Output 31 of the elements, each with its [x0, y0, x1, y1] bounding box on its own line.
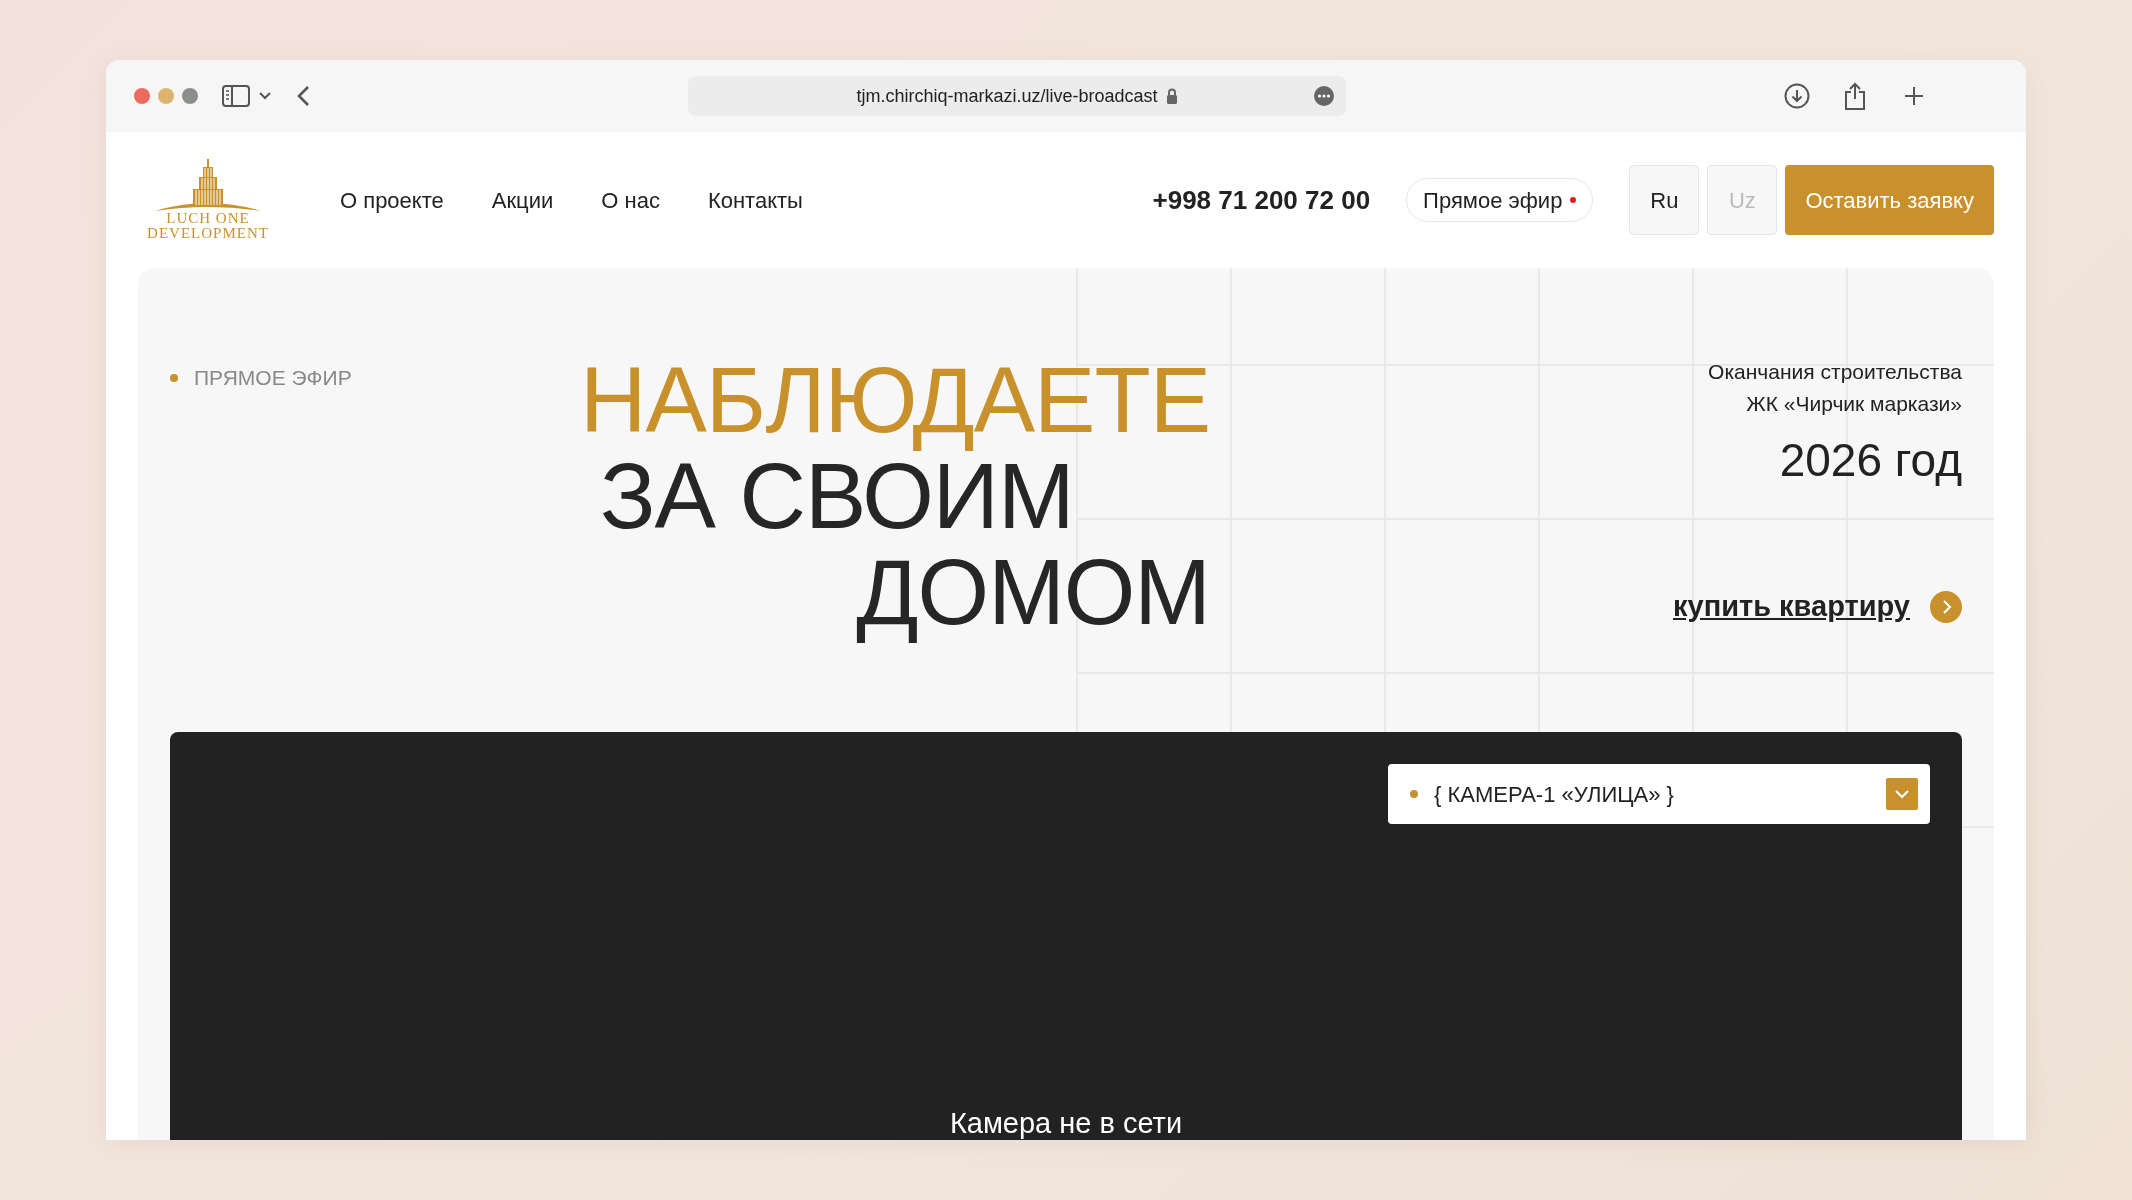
back-icon[interactable]: [296, 85, 310, 107]
new-tab-icon[interactable]: [1904, 86, 1924, 106]
language-button[interactable]: Ru: [1629, 165, 1700, 235]
completion-label: ЖК «Чирчик маркази»: [1746, 391, 1962, 417]
completion-year: 2026 год: [1779, 433, 1962, 488]
sidebar-icon[interactable]: [222, 85, 250, 107]
buy-apartment-link[interactable]: купить квартиру: [1673, 585, 1910, 629]
address-bar[interactable]: tjm.chirchiq-markazi.uz/live-broadcast: [688, 76, 1346, 116]
logo-text: LUCH ONE: [166, 211, 250, 226]
download-icon[interactable]: [1784, 83, 1810, 109]
bullet-icon: [1410, 790, 1418, 798]
live-broadcast-button[interactable]: Прямое эфир: [1406, 178, 1594, 222]
nav-link[interactable]: Контакты: [707, 183, 803, 217]
close-window-button[interactable]: [134, 88, 150, 104]
chevron-down-icon[interactable]: [258, 91, 272, 101]
nav-link[interactable]: О проекте: [340, 183, 444, 217]
more-icon[interactable]: [1314, 86, 1334, 106]
nav-link[interactable]: Акции: [491, 183, 554, 217]
camera-select[interactable]: { КАМЕРА-1 «УЛИЦА» }: [1388, 764, 1930, 824]
maximize-window-button[interactable]: [182, 88, 198, 104]
completion-label: Оканчания строительства: [1708, 359, 1962, 385]
nav-link[interactable]: О нас: [601, 183, 660, 217]
lock-icon: [1165, 88, 1178, 104]
arrow-right-icon[interactable]: [1930, 590, 1962, 623]
eyebrow-label: ПРЯМОЕ ЭФИР: [194, 366, 352, 390]
logo-text: DEVELOPMENT: [147, 226, 269, 241]
phone-number[interactable]: +998 71 200 72 00: [1152, 180, 1371, 220]
camera-status: Камера не в сети: [949, 1106, 1183, 1140]
url-text: tjm.chirchiq-markazi.uz/live-broadcast: [856, 84, 1158, 108]
bullet-icon: [170, 374, 178, 382]
share-icon[interactable]: [1844, 82, 1866, 110]
